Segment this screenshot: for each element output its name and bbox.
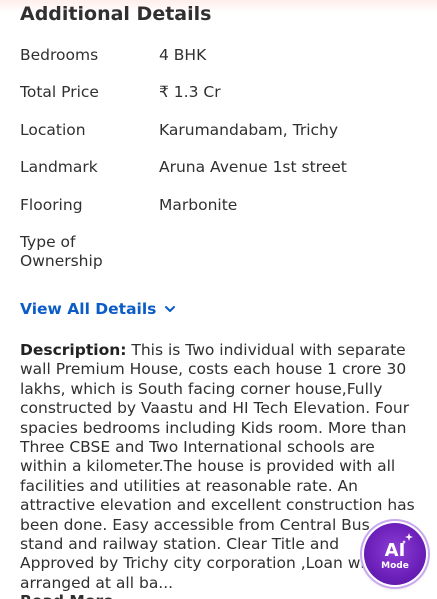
detail-label: Type of Ownership [20,233,103,270]
detail-row-total-price: Total Price ₹ 1.3 Cr [20,83,420,102]
detail-value: 4 BHK [159,46,207,64]
detail-value: Karumandabam, Trichy [159,120,339,139]
view-all-label: View All Details [20,300,157,318]
ai-label: AI [384,540,406,561]
read-more-link[interactable]: Read More [20,591,114,599]
detail-row-ownership: Type of Ownership [20,233,420,271]
detail-row-landmark: Landmark Aruna Avenue 1st street [20,158,420,177]
details-list: Bedrooms 4 BHK Total Price ₹ 1.3 Cr Loca… [20,44,420,271]
description-text: This is Two individual with separate wal… [20,341,415,592]
detail-label: Landmark [20,158,98,176]
description-paragraph: Description: This is Two individual with… [20,341,415,593]
detail-row-bedrooms: Bedrooms 4 BHK [20,46,420,65]
detail-value: ₹ 1.3 Cr [159,83,221,101]
detail-label: Location [20,120,86,139]
detail-row-flooring: Flooring Marbonite [20,196,420,215]
mode-label: Mode [381,561,409,571]
detail-label: Flooring [20,195,83,214]
detail-value: Marbonite [159,195,238,214]
detail-value: Aruna Avenue 1st street [159,158,347,176]
chevron-down-icon [165,306,176,312]
detail-row-location: Location Karumandabam, Trichy [20,121,420,140]
section-title: Additional Details [20,3,212,25]
detail-label: Total Price [20,83,99,101]
ai-mode-button[interactable]: AI Mode [364,523,426,585]
view-all-details-link[interactable]: View All Details [20,299,176,319]
description-label: Description: [20,341,127,359]
detail-label: Bedrooms [20,46,99,64]
